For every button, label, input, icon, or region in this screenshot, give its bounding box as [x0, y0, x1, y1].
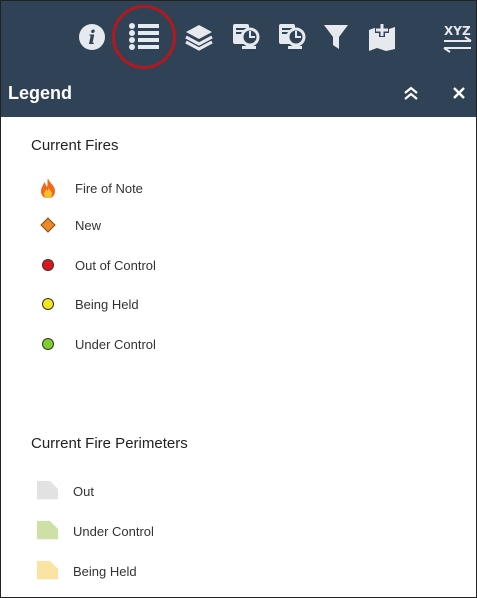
add-data-icon	[367, 22, 397, 52]
legend-item-perimeter-out: Out	[37, 479, 337, 503]
section-title-current-fire-perimeters: Current Fire Perimeters	[31, 435, 188, 452]
legend-item-being-held: Being Held	[37, 292, 337, 316]
close-button[interactable]	[445, 81, 473, 109]
legend-list-icon	[128, 22, 160, 52]
circle-symbol	[37, 333, 59, 355]
polygon-symbol	[37, 480, 59, 502]
legend-item-fire-of-note: Fire of Note	[37, 176, 337, 200]
query-report-icon	[231, 22, 261, 52]
info-button[interactable]: i	[69, 1, 114, 73]
legend-label: New	[75, 217, 102, 233]
svg-text:i: i	[88, 27, 95, 49]
filter-icon	[323, 23, 349, 51]
query-report-icon	[277, 22, 307, 52]
legend-label: Being Held	[73, 563, 137, 579]
layers-button[interactable]	[176, 1, 221, 73]
panel-title: Legend	[8, 83, 73, 103]
close-icon	[452, 86, 466, 105]
legend-item-perimeter-under-control: Under Control	[37, 519, 337, 543]
legend-widget: i XYZ Legend Current Fires Fire of Note …	[0, 0, 477, 598]
add-data-button[interactable]	[359, 1, 404, 73]
query-button-1[interactable]	[223, 1, 268, 73]
legend-label: Under Control	[75, 336, 156, 352]
info-icon: i	[78, 23, 106, 51]
legend-label: Out	[73, 483, 94, 499]
legend-label: Under Control	[73, 523, 154, 539]
legend-item-perimeter-being-held: Being Held	[37, 559, 337, 583]
xyz-coordinate-icon: XYZ	[441, 21, 476, 53]
polygon-symbol	[37, 520, 59, 542]
legend-item-new: New	[37, 213, 337, 237]
collapse-button[interactable]	[397, 81, 425, 109]
xyz-label: XYZ	[444, 24, 471, 38]
layers-icon	[184, 23, 214, 51]
legend-label: Fire of Note	[75, 180, 143, 196]
flame-icon	[37, 177, 59, 199]
query-button-2[interactable]	[269, 1, 314, 73]
legend-panel-header: Legend	[1, 73, 476, 117]
map-toolbar: i XYZ	[1, 1, 476, 73]
circle-symbol	[37, 293, 59, 315]
legend-label: Being Held	[75, 296, 139, 312]
polygon-symbol	[37, 560, 59, 582]
legend-label: Out of Control	[75, 257, 156, 273]
double-chevron-up-icon	[403, 85, 419, 106]
section-title-current-fires: Current Fires	[31, 137, 119, 154]
legend-button[interactable]	[121, 1, 166, 73]
filter-button[interactable]	[313, 1, 358, 73]
circle-symbol	[37, 254, 59, 276]
legend-item-out-of-control: Out of Control	[37, 253, 337, 277]
coordinate-button[interactable]: XYZ	[441, 1, 476, 73]
legend-item-under-control: Under Control	[37, 332, 337, 356]
diamond-symbol	[37, 214, 59, 236]
